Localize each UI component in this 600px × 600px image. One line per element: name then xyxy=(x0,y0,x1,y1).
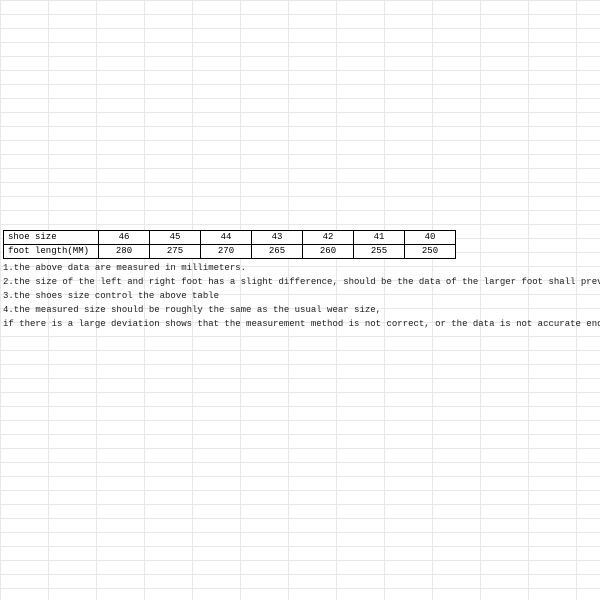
cell: 250 xyxy=(405,245,456,259)
cell: 280 xyxy=(99,245,150,259)
cell: 43 xyxy=(252,231,303,245)
cell: 46 xyxy=(99,231,150,245)
cell: 40 xyxy=(405,231,456,245)
cell: 44 xyxy=(201,231,252,245)
cell: 260 xyxy=(303,245,354,259)
note-line: if there is a large deviation shows that… xyxy=(3,317,600,331)
content-area: shoe size 46 45 44 43 42 41 40 foot leng… xyxy=(3,230,600,331)
cell: 41 xyxy=(354,231,405,245)
size-table: shoe size 46 45 44 43 42 41 40 foot leng… xyxy=(3,230,456,259)
row-label-shoe-size: shoe size xyxy=(4,231,99,245)
cell: 265 xyxy=(252,245,303,259)
note-line: 1.the above data are measured in millime… xyxy=(3,261,600,275)
notes-block: 1.the above data are measured in millime… xyxy=(3,261,600,331)
table-row: foot length(MM) 280 275 270 265 260 255 … xyxy=(4,245,456,259)
cell: 255 xyxy=(354,245,405,259)
cell: 270 xyxy=(201,245,252,259)
table-row: shoe size 46 45 44 43 42 41 40 xyxy=(4,231,456,245)
note-line: 3.the shoes size control the above table xyxy=(3,289,600,303)
note-line: 4.the measured size should be roughly th… xyxy=(3,303,600,317)
cell: 45 xyxy=(150,231,201,245)
row-label-foot-length: foot length(MM) xyxy=(4,245,99,259)
note-line: 2.the size of the left and right foot ha… xyxy=(3,275,600,289)
cell: 42 xyxy=(303,231,354,245)
cell: 275 xyxy=(150,245,201,259)
